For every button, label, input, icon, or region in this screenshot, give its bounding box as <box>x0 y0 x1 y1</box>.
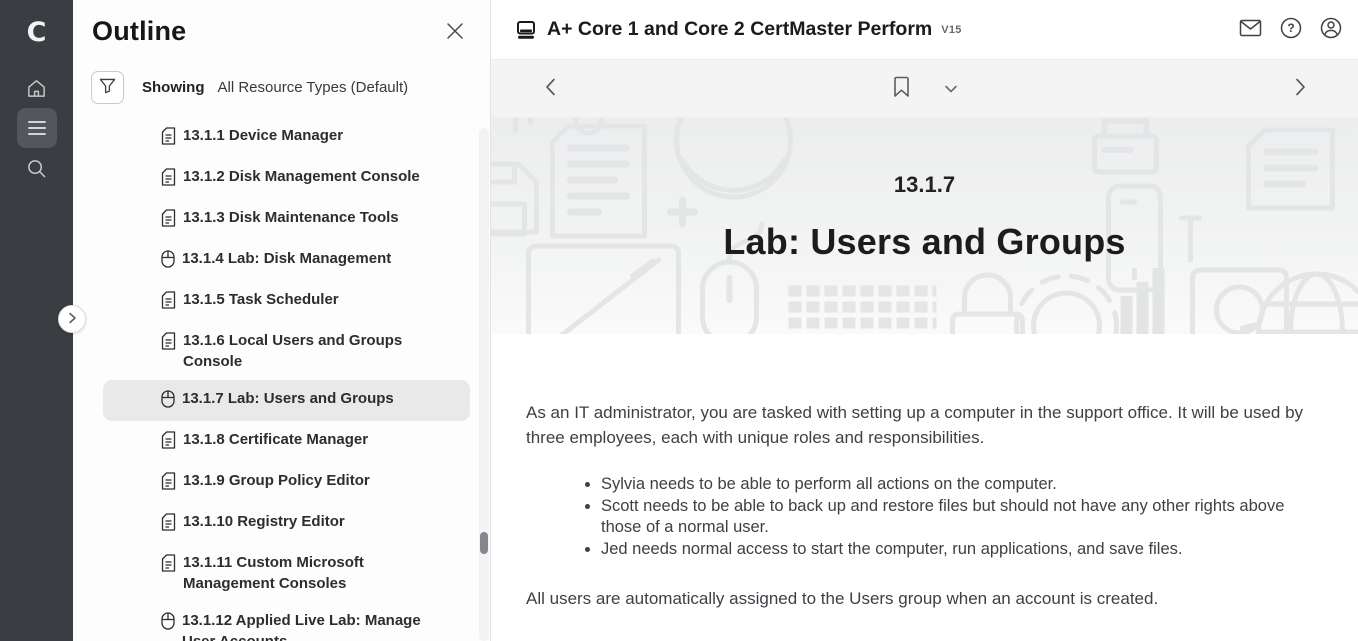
search-icon <box>26 158 47 179</box>
lesson-content[interactable]: 13.1.7 Lab: Users and Groups As an IT ad… <box>491 118 1358 641</box>
outline-item[interactable]: 13.1.7 Lab: Users and Groups <box>103 380 470 421</box>
document-icon <box>161 209 176 232</box>
bookmark-button[interactable] <box>886 70 916 107</box>
chevron-right-icon <box>68 312 77 327</box>
account-icon <box>1320 17 1342 42</box>
lab-mouse-icon <box>161 612 175 635</box>
outline-item-label: 13.1.3 Disk Maintenance Tools <box>183 207 441 228</box>
account-button[interactable] <box>1320 17 1342 42</box>
main-content: A+ Core 1 and Core 2 CertMaster Perform … <box>490 0 1358 641</box>
outline-item-label: 13.1.1 Device Manager <box>183 125 441 146</box>
course-header: A+ Core 1 and Core 2 CertMaster Perform … <box>491 0 1358 60</box>
filter-value: All Resource Types (Default) <box>218 79 409 96</box>
chevron-right-icon <box>1295 78 1306 99</box>
lesson-number: 13.1.7 <box>491 118 1358 198</box>
outline-item[interactable]: 13.1.10 Registry Editor <box>103 503 470 544</box>
bookmark-menu-button[interactable] <box>938 75 963 102</box>
panel-toggle-button[interactable] <box>58 305 86 333</box>
outline-item-label: 13.1.7 Lab: Users and Groups <box>182 388 440 409</box>
close-icon <box>446 28 464 43</box>
outline-item-label: 13.1.5 Task Scheduler <box>183 289 441 310</box>
document-icon <box>161 472 176 495</box>
course-version-badge: V15 <box>941 24 961 36</box>
outline-item[interactable]: 13.1.2 Disk Management Console <box>103 158 470 199</box>
home-icon <box>26 78 47 99</box>
outline-item-label: 13.1.11 Custom Microsoft Management Cons… <box>183 552 441 594</box>
filter-button[interactable] <box>91 71 124 104</box>
document-icon <box>161 513 176 536</box>
lesson-body: As an IT administrator, you are tasked w… <box>491 334 1358 641</box>
document-icon <box>161 291 176 314</box>
outline-item[interactable]: 13.1.5 Task Scheduler <box>103 281 470 322</box>
svg-text:?: ? <box>1287 21 1294 35</box>
outline-item-label: 13.1.4 Lab: Disk Management <box>182 248 440 269</box>
requirements-list: Sylvia needs to be able to perform all a… <box>526 474 1308 560</box>
outline-title: Outline <box>92 16 186 47</box>
outline-item-label: 13.1.9 Group Policy Editor <box>183 470 441 491</box>
home-button[interactable] <box>17 68 57 108</box>
course-book-icon <box>516 20 536 40</box>
lab-mouse-icon <box>161 250 175 273</box>
document-icon <box>161 431 176 454</box>
outline-item[interactable]: 13.1.1 Device Manager <box>103 117 470 158</box>
mail-icon <box>1239 19 1262 40</box>
lesson-title: Lab: Users and Groups <box>491 221 1358 263</box>
outline-menu-button[interactable] <box>17 108 57 148</box>
outline-list: 13.1.1 Device Manager 13.1.2 Disk Manage… <box>73 117 490 641</box>
outline-item[interactable]: 13.1.3 Disk Maintenance Tools <box>103 199 470 240</box>
help-icon: ? <box>1280 17 1302 42</box>
outline-scrollbar-thumb[interactable] <box>480 532 488 554</box>
outline-item[interactable]: 13.1.4 Lab: Disk Management <box>103 240 470 281</box>
outline-item[interactable]: 13.1.9 Group Policy Editor <box>103 462 470 503</box>
showing-label: Showing <box>142 79 205 96</box>
document-icon <box>161 332 176 355</box>
task-paragraph: In this lab, your task is to create thei… <box>526 635 1308 641</box>
app-window: C Outline <box>0 0 1358 641</box>
chevron-left-icon <box>545 78 556 99</box>
document-icon <box>161 554 176 577</box>
lab-mouse-icon <box>161 390 175 413</box>
filter-funnel-icon <box>99 78 116 97</box>
outline-item-label: 13.1.6 Local Users and Groups Console <box>183 330 441 372</box>
filter-row: Showing All Resource Types (Default) <box>91 71 490 104</box>
next-page-button[interactable] <box>1289 72 1312 105</box>
outline-panel: Outline Showing All Resource Types (Defa… <box>73 0 490 641</box>
outline-item[interactable]: 13.1.8 Certificate Manager <box>103 421 470 462</box>
document-icon <box>161 168 176 191</box>
close-panel-button[interactable] <box>446 22 464 43</box>
chevron-down-icon <box>944 81 957 96</box>
search-button[interactable] <box>17 148 57 188</box>
outline-item-label: 13.1.2 Disk Management Console <box>183 166 441 187</box>
bullet-item: Sylvia needs to be able to perform all a… <box>601 474 1308 496</box>
outline-item-label: 13.1.10 Registry Editor <box>183 511 441 532</box>
bullet-item: Scott needs to be able to back up and re… <box>601 496 1308 539</box>
outline-item[interactable]: 13.1.11 Custom Microsoft Management Cons… <box>103 544 470 602</box>
note-paragraph: All users are automatically assigned to … <box>526 586 1308 611</box>
help-button[interactable]: ? <box>1280 17 1302 42</box>
lesson-hero-banner: 13.1.7 Lab: Users and Groups <box>491 118 1358 334</box>
outline-scrollbar[interactable] <box>479 128 489 641</box>
c-logo: C <box>27 12 47 52</box>
previous-page-button[interactable] <box>539 72 562 105</box>
lesson-nav-bar <box>491 60 1358 118</box>
intro-paragraph: As an IT administrator, you are tasked w… <box>526 400 1308 450</box>
bookmark-icon <box>892 76 910 101</box>
bullet-item: Jed needs normal access to start the com… <box>601 539 1308 561</box>
outline-item-label: 13.1.8 Certificate Manager <box>183 429 441 450</box>
document-icon <box>161 127 176 150</box>
messages-button[interactable] <box>1239 19 1262 40</box>
course-title: A+ Core 1 and Core 2 CertMaster Perform <box>547 18 932 41</box>
outline-item-label: 13.1.12 Applied Live Lab: Manage User Ac… <box>182 610 440 641</box>
outline-item[interactable]: 13.1.6 Local Users and Groups Console <box>103 322 470 380</box>
outline-item[interactable]: 13.1.12 Applied Live Lab: Manage User Ac… <box>103 602 470 641</box>
menu-icon <box>27 120 47 136</box>
